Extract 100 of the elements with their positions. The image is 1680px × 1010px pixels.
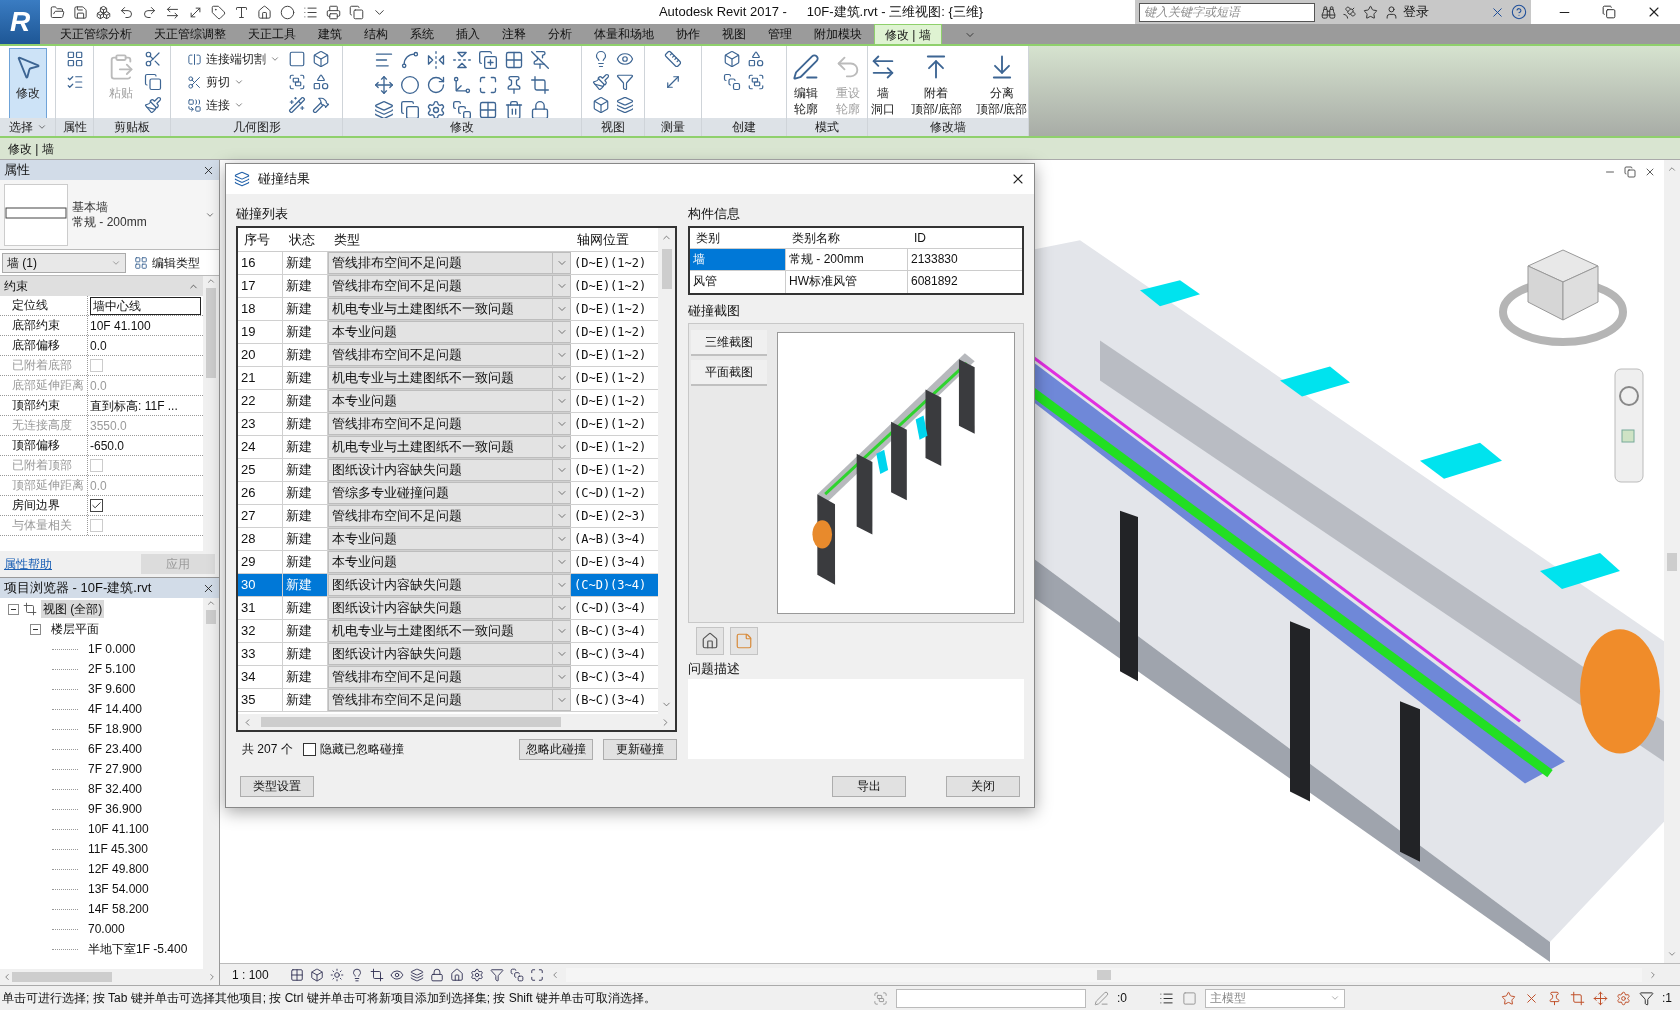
ribbon-tab[interactable]: 系统 [400, 24, 444, 44]
house-icon[interactable] [450, 967, 464, 982]
copy-icon[interactable] [144, 73, 162, 91]
edit-type-button[interactable]: 编辑类型 [130, 253, 204, 272]
sign-in-button[interactable]: 登录 [1384, 2, 1484, 22]
filter-icon[interactable] [616, 73, 634, 91]
scroll-thumb[interactable] [12, 972, 112, 982]
properties-list-icon[interactable] [65, 73, 84, 91]
move-icon[interactable] [1593, 990, 1608, 1006]
shapes-icon[interactable] [747, 50, 765, 68]
gear-icon[interactable] [1616, 990, 1631, 1006]
redo-icon[interactable] [142, 4, 157, 20]
horizontal-scrollbar[interactable] [566, 967, 1642, 982]
stack-icon[interactable] [510, 967, 524, 982]
stack-icon[interactable] [723, 73, 741, 91]
wand-icon[interactable] [288, 96, 306, 114]
instance-filter[interactable]: 墙 (1) [2, 252, 126, 273]
house-icon[interactable] [257, 4, 272, 20]
restore-icon[interactable] [1602, 5, 1616, 19]
caret-icon[interactable] [36, 122, 47, 132]
shapes-icon[interactable] [312, 73, 330, 91]
star-icon[interactable] [1501, 990, 1516, 1006]
collapse-icon[interactable] [30, 623, 41, 635]
ribbon-tab[interactable]: 建筑 [308, 24, 352, 44]
tree-item[interactable]: 2F 5.100 [86, 660, 138, 678]
tag-icon[interactable] [211, 4, 226, 20]
paintbrush-icon[interactable] [592, 73, 610, 91]
ribbon-button[interactable]: 连接 [183, 94, 284, 116]
ribbon-tab[interactable]: 天正管综分析 [50, 24, 142, 44]
ribbon-tab[interactable]: 注释 [492, 24, 536, 44]
delete-icon[interactable] [504, 100, 524, 118]
caret-icon[interactable] [270, 54, 280, 64]
tree-item[interactable]: 3F 9.600 [86, 680, 138, 698]
panel-dropdown[interactable]: 选择 [0, 118, 55, 136]
copy-icon[interactable] [400, 100, 420, 118]
undo-icon[interactable] [119, 4, 134, 20]
group-icon[interactable] [288, 73, 306, 91]
stack-icon[interactable] [452, 100, 472, 118]
tree-item[interactable]: 半地下室1F -5.400 [86, 940, 190, 958]
model-dropdown[interactable]: 主模型 [1205, 988, 1345, 1008]
layers-icon[interactable] [616, 96, 634, 114]
tree-item[interactable]: 1F 0.000 [86, 640, 138, 658]
circle-icon[interactable] [400, 75, 420, 95]
tree-item[interactable]: 视图 (全部) [41, 600, 105, 618]
group-header[interactable]: 约束 [0, 276, 203, 296]
ribbon-tab[interactable]: 附加模块 [804, 24, 872, 44]
paintbrush-icon[interactable] [144, 96, 162, 114]
horizontal-scrollbar[interactable] [0, 969, 219, 985]
open-folder-icon[interactable] [50, 4, 65, 20]
square-icon[interactable] [288, 50, 306, 68]
move-icon[interactable] [374, 75, 394, 95]
crop-icon[interactable] [370, 967, 384, 982]
satellite-icon[interactable] [1342, 4, 1357, 20]
maximize-icon[interactable] [530, 967, 544, 982]
ribbon-button[interactable]: 剪切 [183, 71, 284, 93]
ribbon-tab[interactable]: 分析 [538, 24, 582, 44]
scroll-thumb[interactable] [206, 288, 216, 378]
scissors-icon[interactable] [187, 74, 202, 90]
property-value[interactable]: 直到标高: 11F ... [90, 396, 178, 415]
property-value[interactable]: -650.0 [90, 436, 125, 455]
ribbon-tab[interactable]: 协作 [666, 24, 710, 44]
ruler-icon[interactable] [664, 50, 682, 68]
tree-item[interactable]: 12F 49.800 [86, 860, 151, 878]
tree-item[interactable]: 10F 41.100 [86, 820, 151, 838]
workset-field[interactable] [896, 988, 1086, 1008]
layers-icon[interactable] [410, 967, 424, 982]
copy-plus-icon[interactable] [478, 50, 498, 70]
pin-icon[interactable] [1547, 990, 1562, 1006]
printer-icon[interactable] [326, 4, 341, 20]
box-icon[interactable] [723, 50, 741, 68]
filter-icon[interactable] [490, 967, 504, 982]
ribbon-tab[interactable]: 管理 [758, 24, 802, 44]
ribbon-tab[interactable]: 修改 | 墙 [874, 24, 942, 44]
tree-item[interactable]: 14F 58.200 [86, 900, 151, 918]
property-value-field[interactable]: 墙中心线 [90, 296, 201, 315]
box-icon[interactable] [312, 50, 330, 68]
edit-type-icon[interactable] [134, 255, 148, 270]
box-icon[interactable] [592, 96, 610, 114]
star-icon[interactable] [1363, 4, 1378, 20]
ribbon-button[interactable]: 编辑 轮廓 [787, 48, 825, 118]
ribbon-button[interactable]: 附着 顶部/底部 [905, 48, 967, 118]
scissors-icon[interactable] [144, 50, 162, 68]
unpin-icon[interactable] [530, 50, 550, 70]
ribbon-button[interactable]: 墙 洞口 [868, 48, 902, 118]
scroll-thumb[interactable] [1097, 969, 1111, 980]
property-value[interactable]: 10F 41.100 [90, 316, 151, 335]
caret-icon[interactable] [234, 100, 244, 110]
group-icon[interactable] [747, 73, 765, 91]
checkbox[interactable] [90, 499, 103, 512]
tree-item[interactable]: 9F 36.900 [86, 800, 145, 818]
tree-item[interactable]: 70.000 [86, 920, 127, 938]
tree-item[interactable]: 6F 23.400 [86, 740, 145, 758]
type-selector[interactable]: 基本墙 常规 - 200mm [0, 180, 219, 250]
tree-item[interactable]: 7F 27.900 [86, 760, 145, 778]
ribbon-button[interactable]: 修改 [8, 48, 47, 118]
user-icon[interactable] [1384, 4, 1399, 20]
pencil-icon[interactable] [792, 53, 820, 81]
caret-icon[interactable] [234, 77, 244, 87]
lock-icon[interactable] [530, 100, 550, 118]
sun-icon[interactable] [330, 967, 344, 982]
